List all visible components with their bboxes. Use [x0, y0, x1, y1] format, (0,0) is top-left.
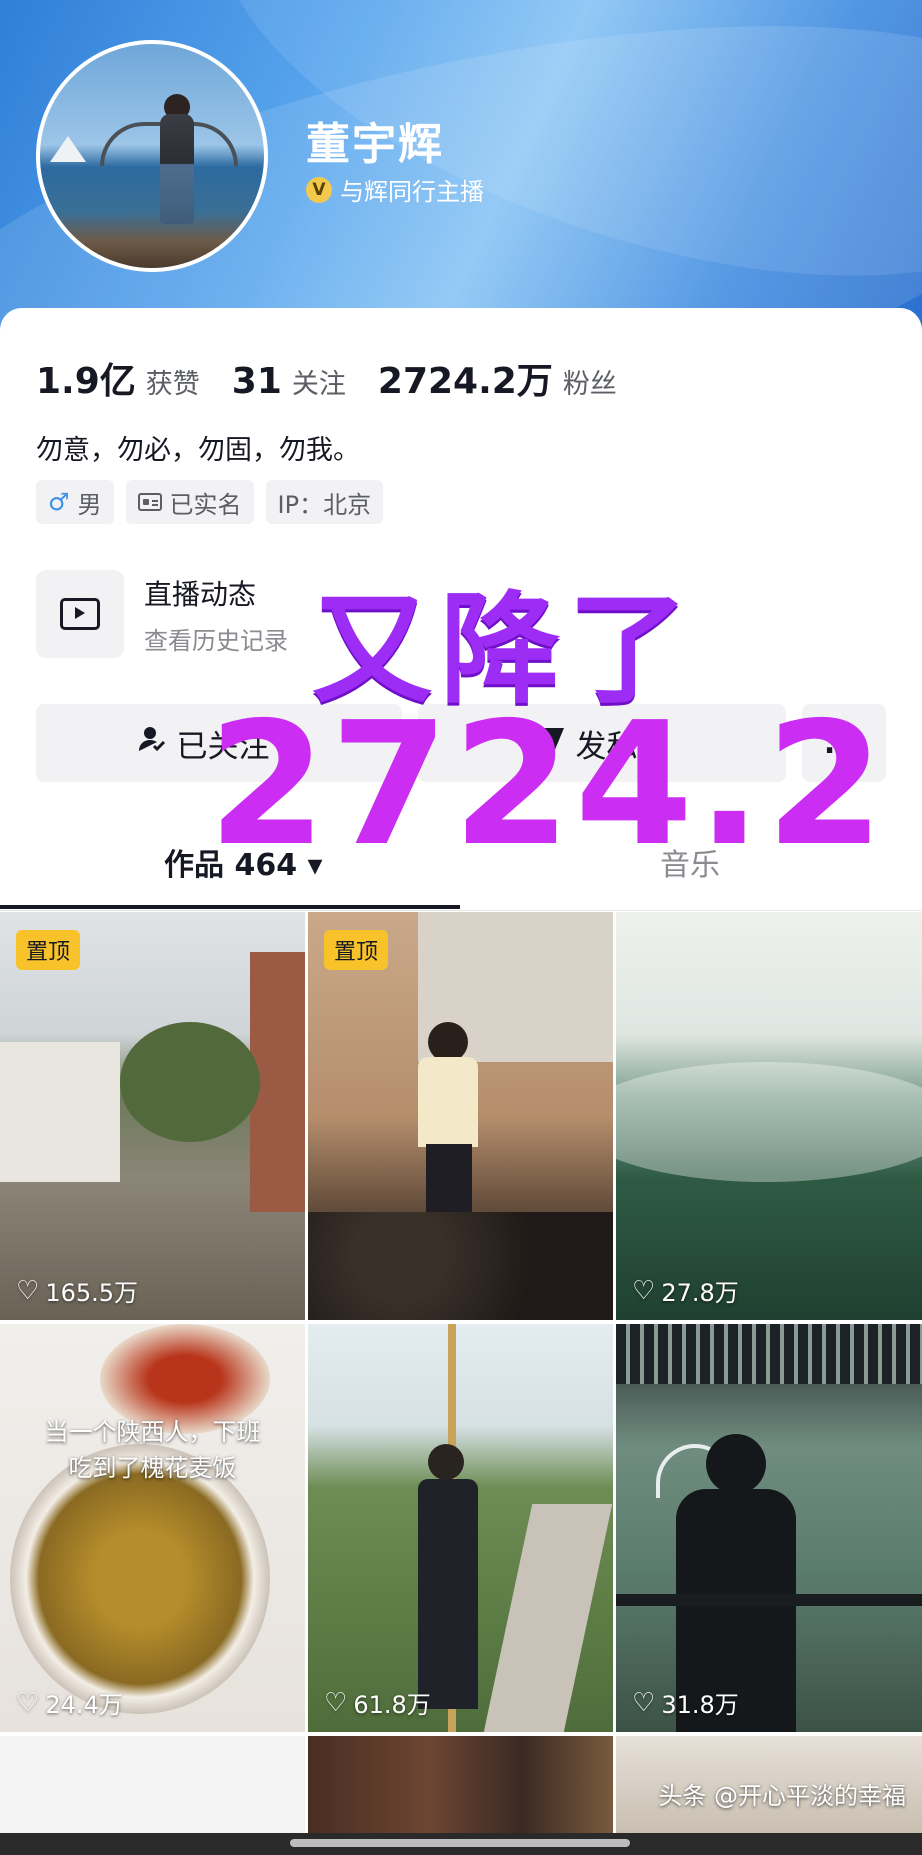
active-tab-indicator — [0, 905, 460, 909]
stat-value: 31 — [231, 361, 282, 402]
likes-count: ♡ 27.8万 — [632, 1273, 739, 1308]
verified-badge-icon: V — [306, 176, 332, 203]
profile-name: 董宇辉 — [306, 119, 444, 170]
pinned-badge: 置顶 — [16, 930, 81, 970]
likes-count: ♡ 31.8万 — [632, 1685, 739, 1720]
tag-text: 男 — [77, 490, 102, 519]
video-tile[interactable]: 置顶 — [308, 912, 613, 1320]
video-tile[interactable]: ♡ 61.8万 — [308, 1324, 613, 1732]
live-history-entry[interactable]: 直播动态 查看历史记录 — [36, 570, 288, 658]
stat-label: 关注 — [291, 369, 346, 400]
likes-count: ♡ 24.4万 — [16, 1685, 123, 1720]
tab-divider — [0, 910, 922, 911]
heart-icon: ♡ — [16, 1275, 40, 1306]
stat-likes[interactable]: 1.9亿 获赞 — [36, 352, 200, 404]
avatar-opera-house — [50, 136, 86, 162]
likes-value: 165.5万 — [45, 1279, 139, 1307]
avatar[interactable] — [36, 40, 268, 272]
live-subtitle: 查看历史记录 — [144, 626, 288, 655]
video-tile[interactable] — [308, 1736, 613, 1833]
stat-label: 获赞 — [145, 369, 200, 400]
video-tile[interactable]: 置顶 ♡ 165.5万 — [0, 912, 305, 1320]
avatar-person — [160, 114, 194, 224]
live-title: 直播动态 — [144, 577, 257, 611]
verification-row: V 与辉同行主播 — [306, 172, 484, 207]
verification-text: 与辉同行主播 — [340, 178, 484, 206]
stat-value: 1.9亿 — [36, 361, 136, 402]
overlay-number: 2724.2 — [208, 686, 889, 884]
male-icon: ♂ — [48, 488, 70, 516]
heart-icon: ♡ — [16, 1687, 40, 1718]
likes-value: 27.8万 — [661, 1279, 739, 1307]
video-tile[interactable]: ♡ 31.8万 — [616, 1324, 922, 1732]
heart-icon: ♡ — [632, 1275, 656, 1306]
user-check-icon — [137, 724, 167, 762]
stat-following[interactable]: 31 关注 — [232, 361, 346, 402]
tag-text: IP：北京 — [277, 490, 372, 519]
likes-count: ♡ 165.5万 — [16, 1273, 138, 1308]
stat-followers[interactable]: 2724.2万 粉丝 — [378, 352, 617, 404]
profile-tags: ♂ 男 已实名 IP：北京 — [36, 480, 384, 524]
video-tile[interactable]: 当一个陕西人，下班 吃到了槐花麦饭 ♡ 24.4万 — [0, 1324, 305, 1732]
profile-bio: 勿意，勿必，勿固，勿我。 — [36, 435, 360, 466]
likes-value: 24.4万 — [45, 1691, 123, 1719]
id-card-icon — [137, 493, 162, 511]
likes-value: 31.8万 — [661, 1691, 739, 1719]
stat-value: 2724.2万 — [377, 361, 553, 402]
stat-label: 粉丝 — [562, 369, 617, 400]
tag-gender: ♂ 男 — [36, 480, 114, 524]
video-caption: 当一个陕西人，下班 吃到了槐花麦饭 — [44, 1418, 261, 1482]
video-tile[interactable]: ♡ 27.8万 — [616, 912, 922, 1320]
tag-verified-identity: 已实名 — [125, 480, 254, 524]
pinned-badge: 置顶 — [324, 930, 389, 970]
heart-icon: ♡ — [324, 1687, 348, 1718]
watermark: 头条 @开心平淡的幸福 — [658, 1782, 906, 1810]
video-tile[interactable] — [0, 1736, 305, 1833]
tag-text: 已实名 — [169, 490, 242, 519]
likes-count: ♡ 61.8万 — [324, 1685, 431, 1720]
tag-ip-location: IP：北京 — [265, 480, 384, 524]
profile-stats: 1.9亿 获赞 31 关注 2724.2万 粉丝 — [36, 352, 617, 404]
home-indicator[interactable] — [290, 1839, 630, 1847]
home-indicator-bar — [0, 1833, 922, 1855]
heart-icon: ♡ — [632, 1687, 656, 1718]
likes-value: 61.8万 — [353, 1691, 431, 1719]
tv-icon — [36, 570, 124, 658]
